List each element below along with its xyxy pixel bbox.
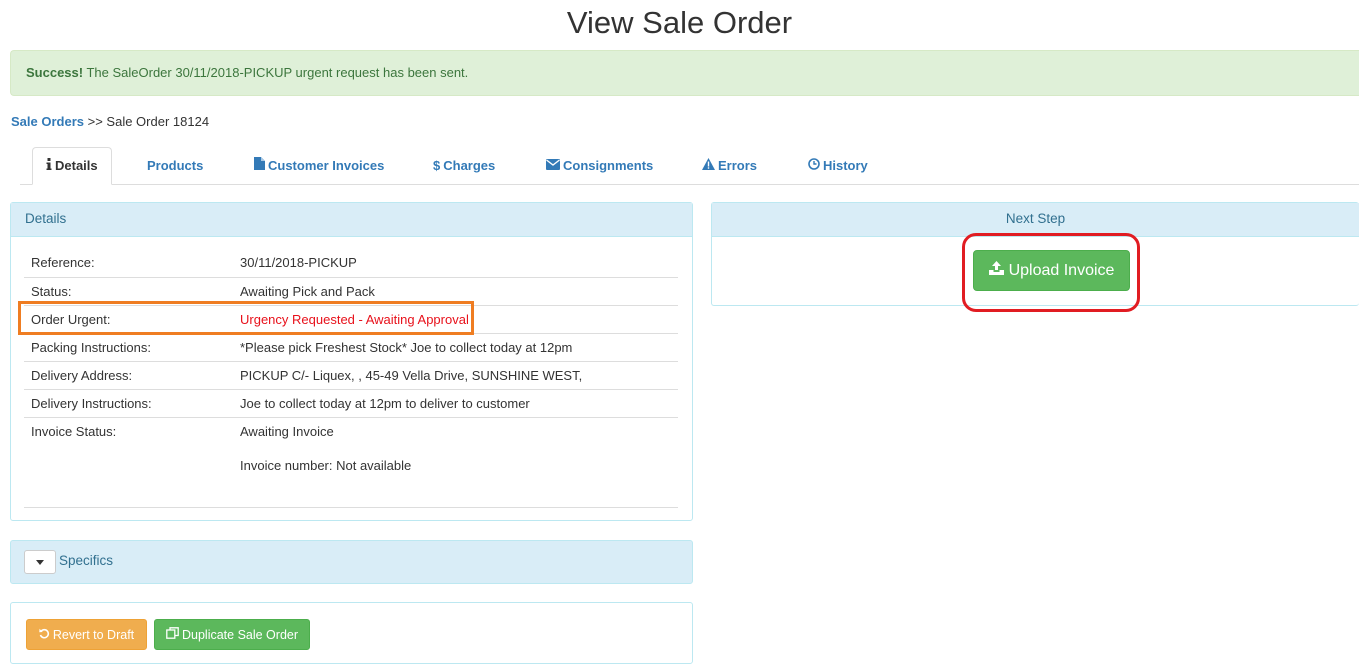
breadcrumb: Sale Orders >> Sale Order 18124: [11, 114, 209, 130]
invoice-number-value: Invoice number: Not available: [240, 458, 412, 473]
breadcrumb-link-sale-orders[interactable]: Sale Orders: [11, 114, 84, 129]
tab-label: Errors: [718, 158, 758, 173]
details-table: Reference: 30/11/2018-PICKUP Status: Awa…: [24, 249, 678, 508]
revert-label: Revert to Draft: [52, 627, 135, 642]
table-row: Delivery Address: PICKUP C/- Liquex, , 4…: [24, 361, 678, 389]
breadcrumb-separator: >>: [84, 114, 107, 129]
tab-label: Details: [55, 158, 98, 173]
tab-label: Customer Invoices: [268, 158, 385, 173]
success-alert: Success! The SaleOrder 30/11/2018-PICKUP…: [10, 50, 1359, 96]
row-value: PICKUP C/- Liquex, , 45-49 Vella Drive, …: [240, 368, 583, 383]
alert-message: The SaleOrder 30/11/2018-PICKUP urgent r…: [83, 65, 469, 80]
info-icon: [46, 148, 52, 184]
alert-strong: Success!: [26, 65, 84, 80]
row-label: Reference:: [31, 255, 95, 270]
tab-label: Products: [147, 158, 204, 173]
dollar-icon: $: [433, 158, 441, 173]
actions-panel: Revert to Draft Duplicate Sale Order: [10, 602, 693, 664]
upload-invoice-highlight: [962, 233, 1140, 312]
tab-details[interactable]: Details: [32, 147, 112, 185]
specifics-toggle-button[interactable]: [24, 550, 56, 574]
table-row: Packing Instructions: *Please pick Fresh…: [24, 333, 678, 361]
file-icon: [254, 148, 265, 184]
warning-icon: [702, 148, 715, 184]
specifics-panel: Specifics: [10, 540, 693, 584]
tab-label: Consignments: [563, 158, 654, 173]
table-row: Delivery Instructions: Joe to collect to…: [24, 389, 678, 417]
table-row: Reference: 30/11/2018-PICKUP: [24, 249, 678, 277]
tab-consignments[interactable]: Consignments: [546, 147, 653, 185]
tab-label: Charges: [443, 158, 496, 173]
details-panel: Details Reference: 30/11/2018-PICKUP Sta…: [10, 202, 693, 521]
row-value: *Please pick Freshest Stock* Joe to coll…: [240, 340, 573, 355]
details-panel-heading: Details: [11, 203, 692, 237]
revert-to-draft-button[interactable]: Revert to Draft: [26, 619, 147, 650]
specifics-label[interactable]: Specifics: [59, 541, 113, 581]
clock-icon: [808, 148, 820, 184]
breadcrumb-current: Sale Order 18124: [106, 114, 210, 129]
row-label: Delivery Address:: [31, 368, 133, 383]
caret-down-icon: [36, 559, 44, 565]
row-value: Joe to collect today at 12pm to deliver …: [240, 396, 530, 411]
duplicate-label: Duplicate Sale Order: [181, 627, 299, 642]
tab-label: History: [823, 158, 868, 173]
row-value: 30/11/2018-PICKUP: [240, 255, 357, 270]
tab-customer-invoices[interactable]: Customer Invoices: [254, 147, 384, 185]
tab-errors[interactable]: Errors: [702, 147, 757, 185]
row-value: Awaiting Invoice: [240, 424, 334, 439]
undo-icon: [39, 628, 50, 642]
duplicate-sale-order-button[interactable]: Duplicate Sale Order: [154, 619, 310, 650]
row-label: Delivery Instructions:: [31, 396, 152, 411]
tab-history[interactable]: History: [808, 147, 868, 185]
copy-icon: [166, 627, 179, 642]
page-title: View Sale Order: [566, 5, 793, 40]
next-step-heading: Next Step: [712, 203, 1359, 237]
table-row-invoice-status: Invoice Status: Awaiting Invoice Invoice…: [24, 417, 678, 508]
tab-products[interactable]: Products: [147, 147, 203, 185]
row-label: Invoice Status:: [31, 424, 117, 439]
tab-bar: Details Products Customer Invoices $ Cha…: [20, 147, 1359, 185]
row-label: Packing Instructions:: [31, 340, 151, 355]
tab-charges[interactable]: $ Charges: [433, 147, 495, 185]
envelope-icon: [546, 148, 560, 184]
order-urgent-highlight: [18, 301, 474, 335]
